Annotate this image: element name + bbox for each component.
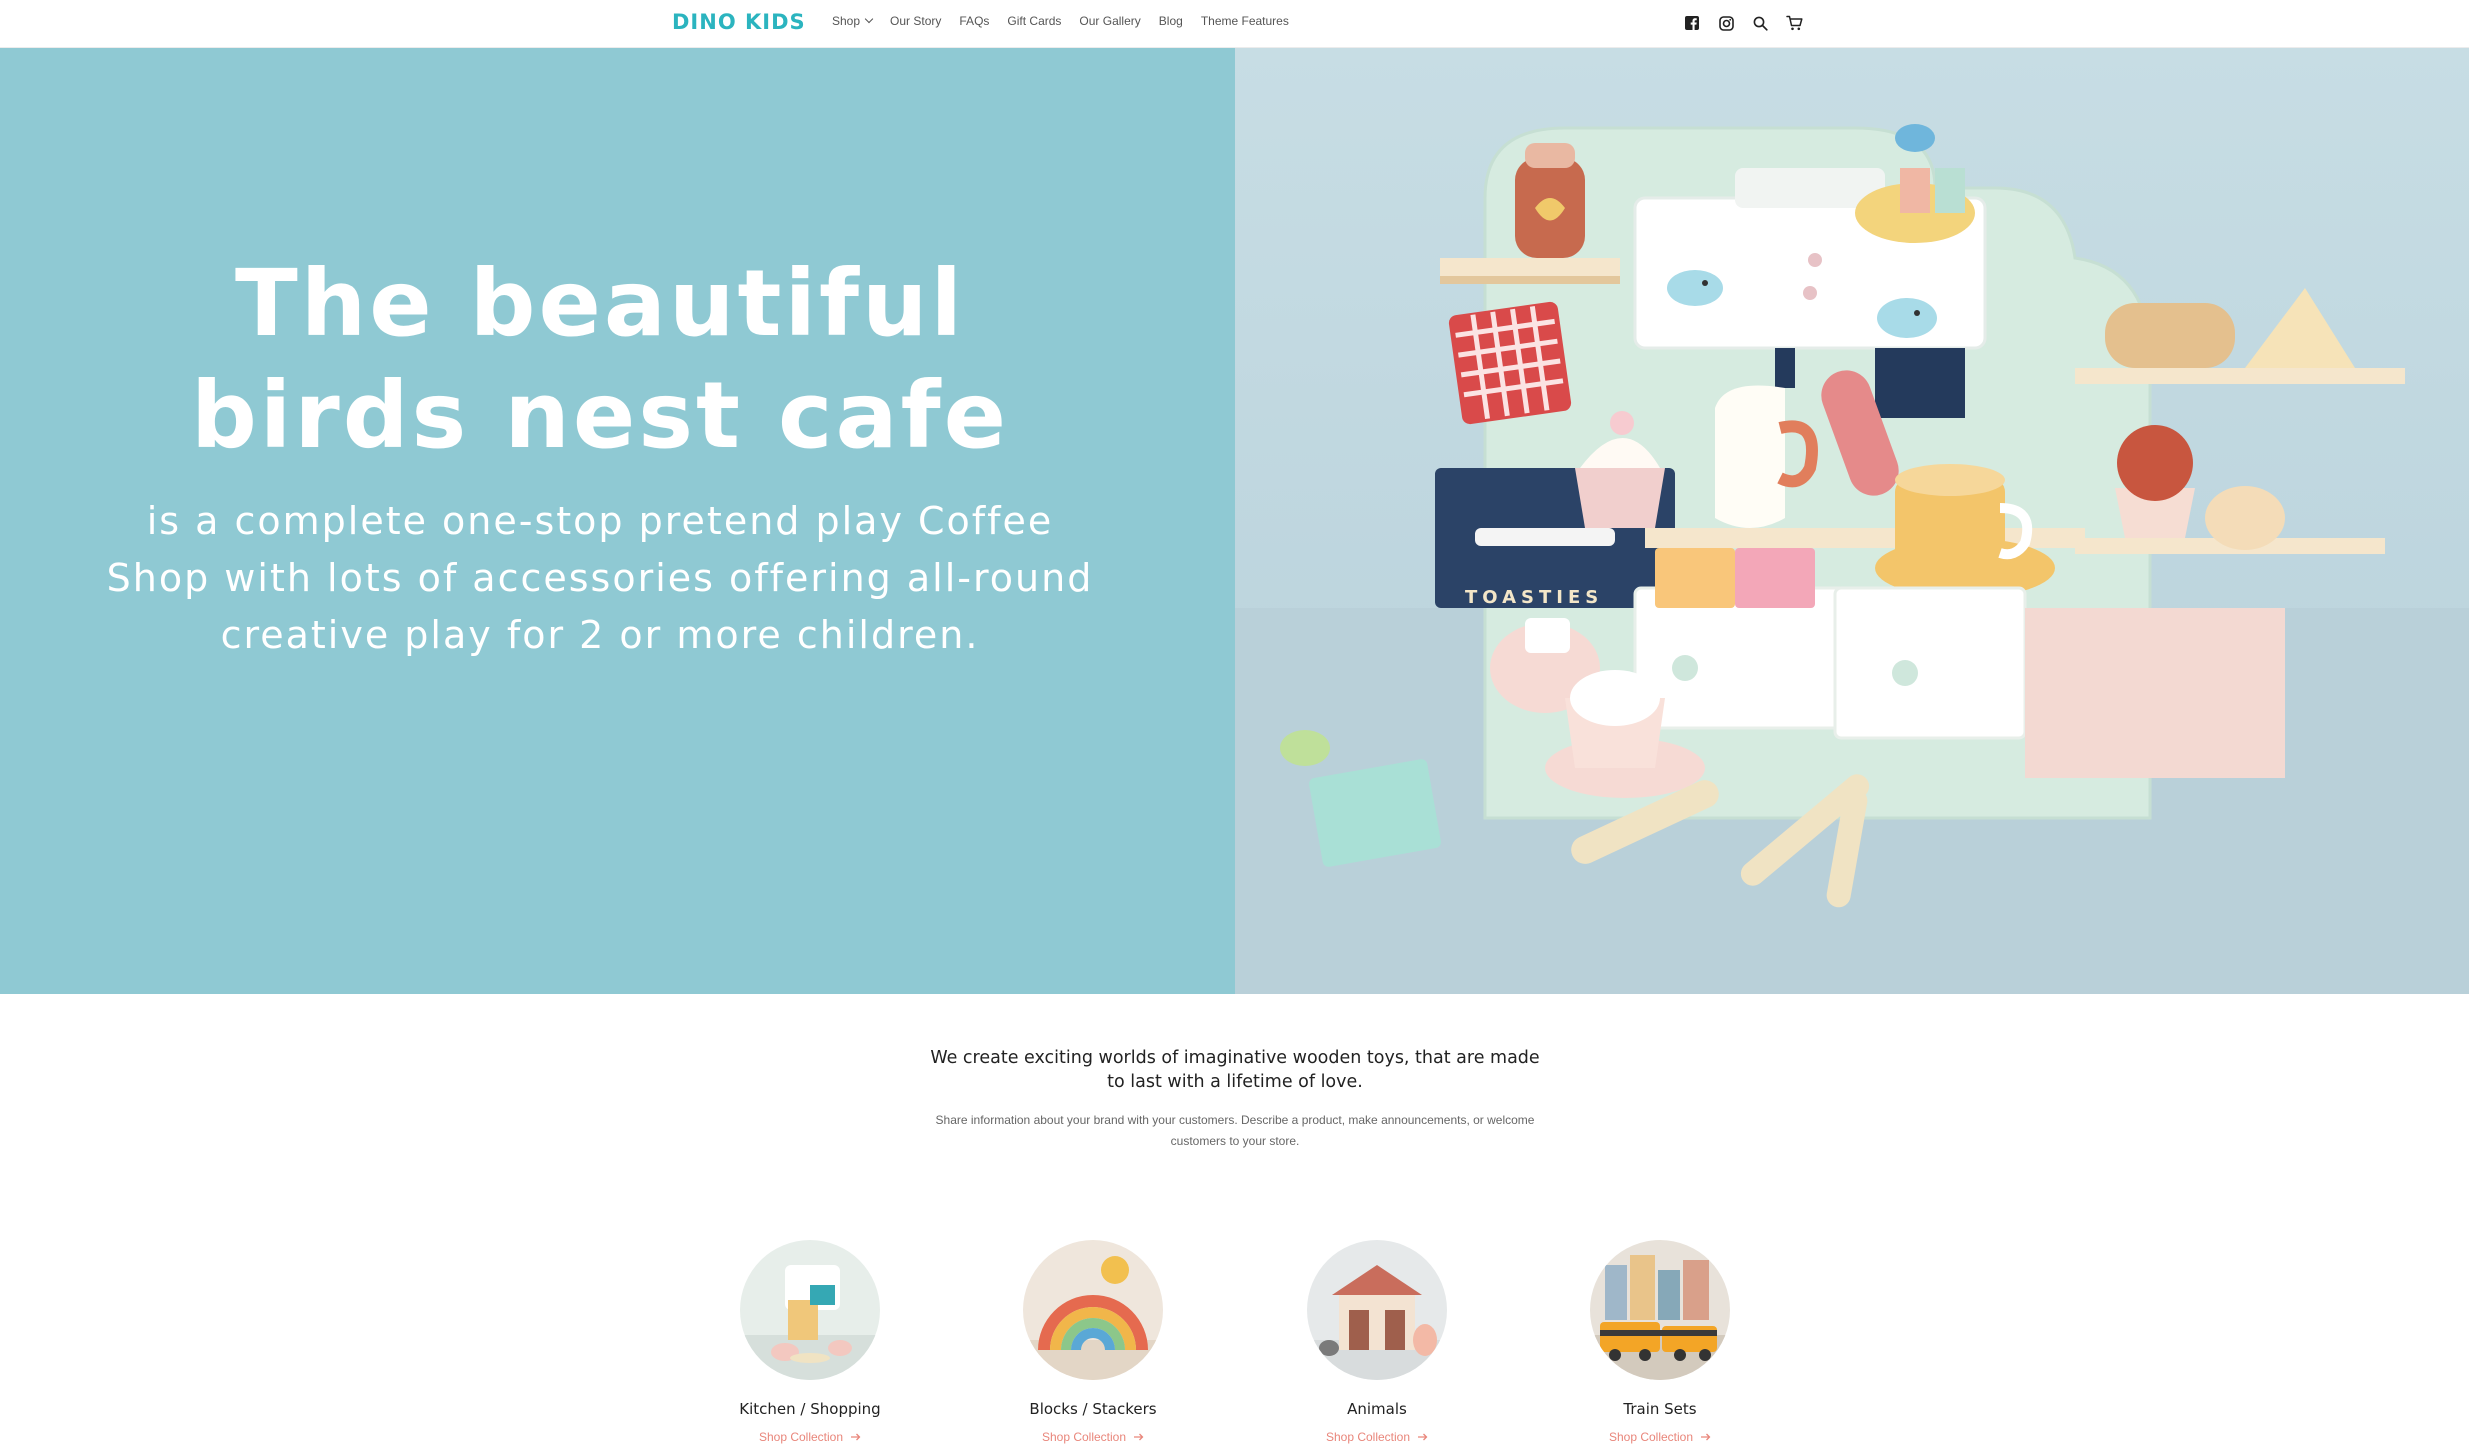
- toy-cafe-illustration: TOASTIES: [1235, 124, 2469, 994]
- facebook-icon[interactable]: [1682, 13, 1702, 33]
- main-nav: Shop Our Story FAQs Gift Cards Our Galle…: [832, 14, 1289, 28]
- nav-shop-label: Shop: [832, 14, 861, 28]
- arrow-right-icon: [1418, 1433, 1428, 1441]
- nav-faqs-label: FAQs: [959, 14, 990, 28]
- collection-title: Animals: [1347, 1400, 1407, 1418]
- train-set-image: [1590, 1240, 1730, 1380]
- collection-image[interactable]: [1307, 1240, 1447, 1380]
- arrow-right-icon: [1134, 1433, 1144, 1441]
- site-header: DINO KIDS Shop Our Story FAQs Gift Cards…: [0, 0, 2469, 48]
- shop-collection-label: Shop Collection: [1608, 1430, 1694, 1444]
- collection-image[interactable]: [740, 1240, 880, 1380]
- kitchen-toy-image: [740, 1240, 880, 1380]
- search-icon[interactable]: [1750, 13, 1770, 33]
- collection-image[interactable]: [1023, 1240, 1163, 1380]
- nav-theme-features-label: Theme Features: [1200, 14, 1289, 28]
- hero-title-line2: birds nest cafe: [190, 362, 1010, 469]
- hero-title: The beautiful birds nest cafe: [60, 248, 1140, 472]
- hero-subtitle: is a complete one-stop pretend play Coff…: [106, 499, 1094, 657]
- rainbow-stacker-image: [1023, 1240, 1163, 1380]
- nav-theme-features[interactable]: Theme Features: [1201, 14, 1289, 28]
- shop-collection-link[interactable]: Shop Collection: [1609, 1430, 1711, 1444]
- header-icons: [1682, 13, 1804, 33]
- svg-text:TOASTIES: TOASTIES: [1465, 587, 1603, 608]
- nav-blog-label: Blog: [1158, 14, 1183, 28]
- shop-collection-label: Shop Collection: [1325, 1430, 1411, 1444]
- nav-our-gallery[interactable]: Our Gallery: [1079, 14, 1140, 28]
- chevron-down-icon: [864, 14, 874, 24]
- intro-heading: We create exciting worlds of imaginative…: [930, 1048, 1540, 1092]
- animal-barn-image: [1307, 1240, 1447, 1380]
- collection-list: Kitchen / Shopping Shop Collection Block…: [0, 1240, 2469, 1456]
- site-logo[interactable]: DINO KIDS: [672, 10, 806, 34]
- shop-collection-label: Shop Collection: [758, 1430, 844, 1444]
- nav-gift-cards-label: Gift Cards: [1007, 14, 1062, 28]
- collection-title: Blocks / Stackers: [1029, 1400, 1157, 1418]
- collection-title: Kitchen / Shopping: [739, 1400, 881, 1418]
- shop-collection-label: Shop Collection: [1041, 1430, 1127, 1444]
- nav-gift-cards[interactable]: Gift Cards: [1007, 14, 1061, 28]
- collection-image[interactable]: [1590, 1240, 1730, 1380]
- nav-faqs[interactable]: FAQs: [959, 14, 989, 28]
- collection-animals: Animals Shop Collection: [1257, 1240, 1497, 1445]
- nav-blog[interactable]: Blog: [1159, 14, 1183, 28]
- hero-text-panel: The beautiful birds nest cafe is a compl…: [0, 48, 1235, 994]
- cart-icon[interactable]: [1784, 13, 1804, 33]
- intro-body: Share information about your brand with …: [935, 1113, 1535, 1148]
- hero-banner: The beautiful birds nest cafe is a compl…: [0, 48, 2469, 994]
- arrow-right-icon: [1701, 1433, 1711, 1441]
- nav-our-story[interactable]: Our Story: [890, 14, 941, 28]
- shop-collection-link[interactable]: Shop Collection: [1326, 1430, 1428, 1444]
- collection-title: Train Sets: [1623, 1400, 1697, 1418]
- nav-our-story-label: Our Story: [890, 14, 942, 28]
- collection-blocks-stackers: Blocks / Stackers Shop Collection: [973, 1240, 1213, 1445]
- shop-collection-link[interactable]: Shop Collection: [759, 1430, 861, 1444]
- shop-collection-link[interactable]: Shop Collection: [1042, 1430, 1144, 1444]
- arrow-right-icon: [851, 1433, 861, 1441]
- instagram-icon[interactable]: [1716, 13, 1736, 33]
- collection-train-sets: Train Sets Shop Collection: [1540, 1240, 1780, 1445]
- hero-title-line1: The beautiful: [234, 250, 966, 357]
- nav-our-gallery-label: Our Gallery: [1079, 14, 1141, 28]
- hero-image: TOASTIES: [1235, 48, 2469, 994]
- nav-shop[interactable]: Shop: [832, 14, 874, 28]
- collection-kitchen-shopping: Kitchen / Shopping Shop Collection: [690, 1240, 930, 1445]
